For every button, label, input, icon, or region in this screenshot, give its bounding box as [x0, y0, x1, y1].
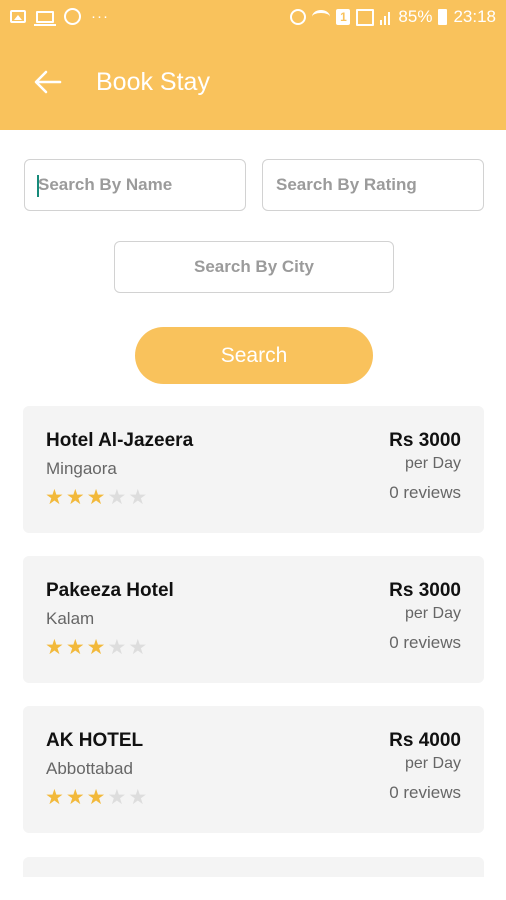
hotel-name: Hotel Al-Jazeera: [46, 430, 194, 451]
star-empty-icon: ★: [107, 786, 127, 809]
rating-stars: ★ ★ ★ ★ ★: [45, 786, 147, 810]
hotel-city: Mingaora: [46, 459, 117, 478]
search-rating-placeholder: Search By Rating: [276, 175, 417, 194]
wifi-icon: [312, 10, 331, 24]
hotel-city: Abbottabad: [46, 759, 133, 778]
star-empty-icon: ★: [128, 486, 148, 509]
status-right: 1 85% 23:18: [290, 7, 496, 27]
hotel-price: Rs 4000: [389, 730, 461, 751]
status-bar: ··· 1 85% 23:18: [0, 0, 506, 36]
clock: 23:18: [453, 7, 496, 26]
star-empty-icon: ★: [107, 636, 127, 659]
star-empty-icon: ★: [107, 486, 127, 509]
notification-badge-icon: 1: [336, 9, 351, 25]
search-name-placeholder: Search By Name: [38, 175, 173, 194]
review-count: 0 reviews: [389, 633, 461, 652]
whatsapp-icon: [64, 8, 81, 25]
review-count: 0 reviews: [389, 483, 461, 502]
rating-stars: ★ ★ ★ ★ ★: [45, 486, 147, 510]
star-filled-icon: ★: [86, 786, 106, 809]
back-button[interactable]: [32, 68, 64, 96]
laptop-icon: [34, 10, 56, 26]
star-filled-icon: ★: [86, 636, 106, 659]
text-cursor: [37, 175, 39, 197]
arrow-left-icon: [34, 70, 62, 94]
hotel-price: Rs 3000: [389, 430, 461, 451]
hotel-card-partial[interactable]: [23, 857, 484, 877]
star-filled-icon: ★: [86, 486, 106, 509]
hotel-card[interactable]: AK HOTEL Abbottabad ★ ★ ★ ★ ★ Rs 4000 per Da…: [23, 706, 484, 833]
price-unit: per Day: [404, 755, 461, 772]
star-filled-icon: ★: [45, 786, 64, 809]
hotel-card[interactable]: Hotel Al-Jazeera Mingaora ★ ★ ★ ★ ★ Rs 3000 …: [23, 406, 484, 533]
star-filled-icon: ★: [65, 786, 85, 809]
star-empty-icon: ★: [128, 636, 148, 659]
signal-bars-icon: [380, 9, 392, 25]
signal-icon: [356, 8, 375, 26]
star-filled-icon: ★: [45, 486, 64, 509]
search-button[interactable]: Search: [135, 327, 373, 384]
star-filled-icon: ★: [45, 636, 64, 659]
search-name-input[interactable]: Search By Name: [24, 159, 246, 211]
hotel-card[interactable]: Pakeeza Hotel Kalam ★ ★ ★ ★ ★ Rs 3000 per Da…: [23, 556, 484, 683]
star-filled-icon: ★: [65, 636, 85, 659]
hotel-city: Kalam: [46, 609, 95, 628]
star-empty-icon: ★: [128, 786, 148, 809]
price-unit: per Day: [404, 605, 461, 622]
alarm-icon: [290, 9, 307, 25]
rating-stars: ★ ★ ★ ★ ★: [45, 636, 147, 660]
battery-icon: [438, 9, 448, 25]
image-icon: [10, 10, 26, 23]
search-city-placeholder: Search By City: [194, 257, 314, 276]
hotel-name: AK HOTEL: [46, 730, 144, 751]
search-city-input[interactable]: Search By City: [114, 241, 394, 293]
review-count: 0 reviews: [389, 783, 461, 802]
price-unit: per Day: [404, 455, 461, 472]
battery-percent: 85%: [398, 7, 433, 26]
more-dots-icon: ···: [91, 8, 109, 25]
page-title: Book Stay: [96, 68, 210, 96]
status-left: ···: [10, 8, 109, 26]
star-filled-icon: ★: [65, 486, 85, 509]
hotel-price: Rs 3000: [389, 580, 461, 601]
search-rating-input[interactable]: Search By Rating: [262, 159, 484, 211]
hotel-name: Pakeeza Hotel: [46, 580, 174, 601]
